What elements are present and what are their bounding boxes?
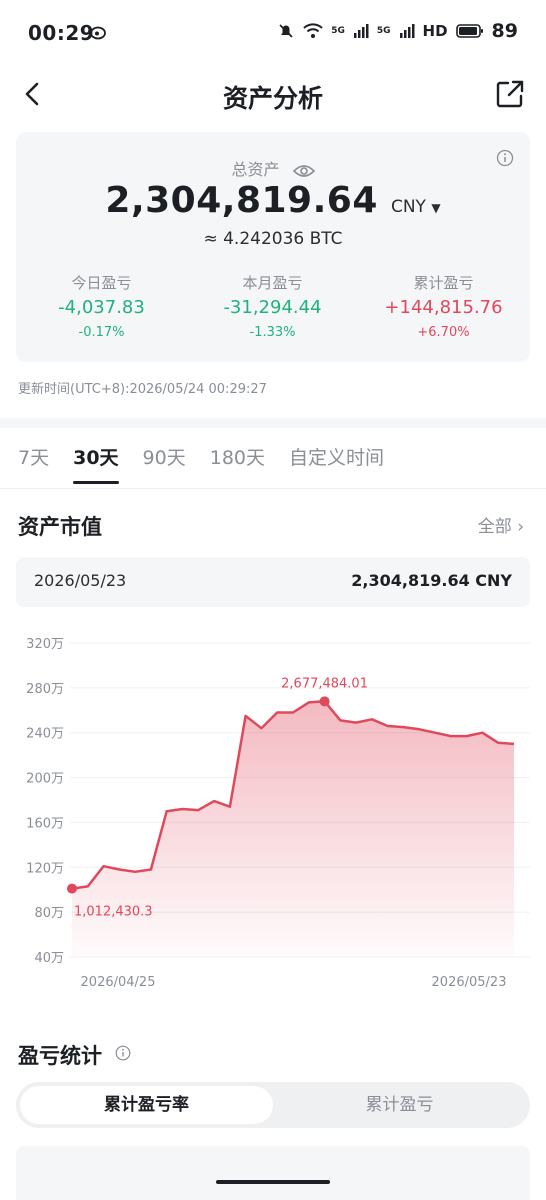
currency-label: CNY [390, 197, 426, 217]
eye-icon[interactable] [292, 163, 315, 179]
total-assets-amount: 2,304,819.64 [105, 180, 378, 221]
market-value-title: 资产市值 [18, 515, 102, 539]
btc-equivalent: ≈ 4.242036 BTC [203, 229, 343, 249]
tab-custom[interactable]: 自定义时间 [289, 443, 384, 484]
tab-180d[interactable]: 180天 [210, 443, 265, 484]
chart-max-point [319, 696, 330, 707]
cumulative-pnl-pct: +6.70% [417, 325, 470, 340]
tab-90d[interactable]: 90天 [143, 443, 186, 484]
market-value-chart[interactable]: 40万 80万 120万 160万 200万 240万 280万 320万 1,012,430… [0, 625, 546, 1000]
wifi-icon [303, 23, 323, 38]
currency-selector[interactable]: CNY ▼ [391, 197, 441, 217]
period-tabs: 7天 30天 90天 180天 自定义时间 [18, 443, 384, 484]
selected-date: 2026/05/23 [34, 571, 127, 590]
status-bar: 00:29 5G 5G HD 89 [0, 0, 546, 66]
home-indicator[interactable] [216, 1180, 330, 1184]
x-tick-label-start: 2026/04/25 [81, 975, 156, 990]
total-assets-label-row: 总资产 [16, 156, 530, 180]
update-time: 更新时间(UTC+8):2026/05/24 00:29:27 [18, 382, 267, 397]
y-tick-label: 160万 [26, 816, 64, 831]
chart-max-label: 2,677,484.01 [281, 676, 368, 691]
y-tick-label: 200万 [26, 772, 64, 787]
today-pnl: 今日盈亏 -4,037.83 -0.17% [16, 272, 187, 340]
x-tick-label-end: 2026/05/23 [432, 975, 507, 990]
today-pnl-label: 今日盈亏 [71, 274, 132, 292]
status-time: 00:29 [28, 21, 95, 45]
weibo-icon [90, 26, 106, 40]
status-icons: 5G 5G HD 89 [277, 20, 518, 42]
section-divider [0, 418, 546, 428]
month-pnl-pct: -1.33% [249, 325, 296, 340]
segment-cumulative-pnl[interactable]: 累计盈亏 [273, 1086, 526, 1124]
cumulative-pnl-label: 累计盈亏 [413, 274, 474, 292]
signal-icon [353, 24, 369, 38]
signal-5g-label: 5G [331, 25, 345, 36]
month-pnl-value: -31,294.44 [223, 297, 322, 318]
total-assets-label: 总资产 [231, 160, 280, 179]
total-assets-row: 2,304,819.64 CNY ▼ [16, 180, 530, 221]
cumulative-pnl-value: +144,815.76 [384, 297, 503, 318]
tab-30d[interactable]: 30天 [73, 443, 120, 484]
battery-icon [455, 24, 483, 38]
cumulative-pnl: 累计盈亏 +144,815.76 +6.70% [358, 272, 529, 340]
selected-value: 2,304,819.64 CNY [351, 571, 512, 590]
month-pnl: 本月盈亏 -31,294.44 -1.33% [187, 272, 358, 340]
month-pnl-label: 本月盈亏 [242, 274, 303, 292]
y-tick-label: 120万 [26, 861, 64, 876]
mute-bell-icon [279, 24, 293, 38]
battery-level: 89 [491, 20, 518, 42]
chart-min-point [67, 883, 77, 894]
view-all-link[interactable]: 全部 › [478, 512, 524, 537]
tab-7d[interactable]: 7天 [18, 443, 49, 484]
y-tick-label: 280万 [26, 682, 64, 697]
chart-min-label: 1,012,430.3 [74, 905, 153, 920]
signal-icon-2 [399, 24, 415, 38]
info-icon[interactable] [496, 149, 514, 167]
caret-down-icon: ▼ [431, 201, 441, 215]
tabs-divider [0, 488, 546, 489]
pnl-segmented-control: 累计盈亏率 累计盈亏 [16, 1082, 530, 1128]
today-pnl-pct: -0.17% [78, 325, 125, 340]
pnl-stats-title: 盈亏统计 [18, 1044, 102, 1068]
y-tick-label: 240万 [26, 727, 64, 742]
y-tick-label: 80万 [34, 906, 64, 921]
y-tick-label: 320万 [26, 637, 64, 652]
page-title: 资产分析 [222, 84, 323, 113]
share-icon[interactable] [494, 78, 526, 110]
hd-label: HD [422, 22, 448, 40]
y-tick-label: 40万 [34, 951, 64, 966]
selected-point-bar: 2026/05/23 2,304,819.64 CNY [16, 557, 530, 607]
today-pnl-value: -4,037.83 [58, 297, 145, 318]
signal-5g-label-2: 5G [376, 25, 391, 36]
pnl-chart-card [16, 1146, 530, 1200]
info-icon[interactable] [115, 1045, 131, 1061]
asset-summary-card: 总资产 2,304,819.64 CNY ▼ ≈ 4.242036 BTC 今日… [16, 132, 530, 362]
segment-cumulative-rate[interactable]: 累计盈亏率 [20, 1086, 273, 1124]
